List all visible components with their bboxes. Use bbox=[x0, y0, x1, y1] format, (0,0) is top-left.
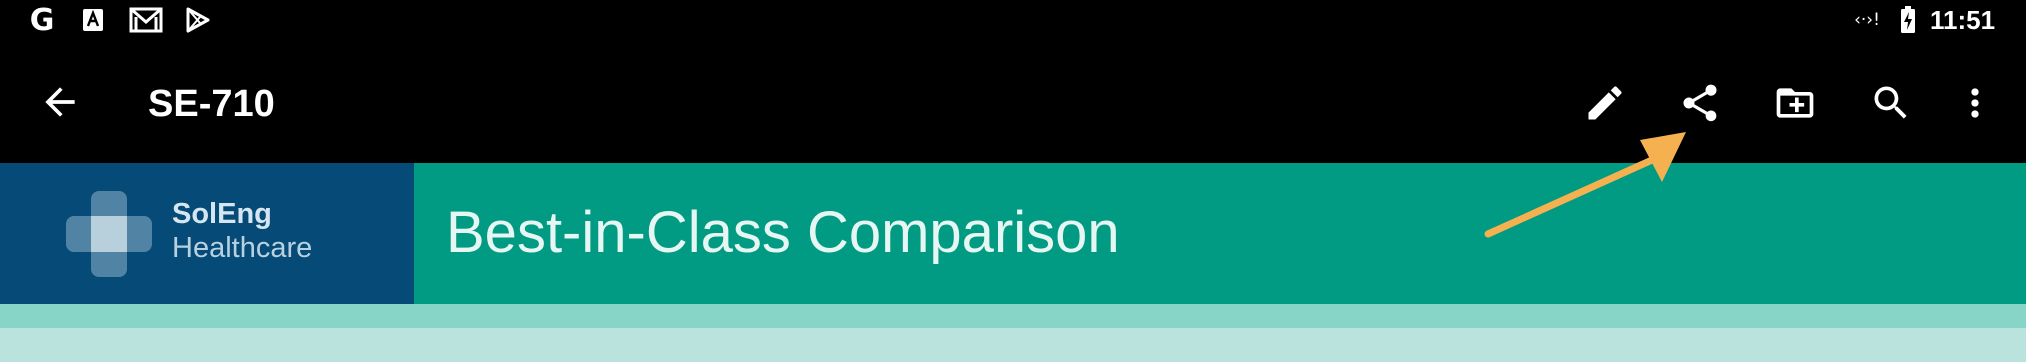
brand-name: SolEng bbox=[172, 198, 272, 230]
brand-panel: SolEng Healthcare bbox=[0, 163, 414, 304]
edit-icon[interactable] bbox=[1580, 78, 1630, 128]
soleng-logo-icon bbox=[66, 191, 152, 277]
add-to-folder-icon[interactable] bbox=[1770, 78, 1820, 128]
status-bar: G ‹·›! 11:51 bbox=[0, 0, 2026, 40]
document-title: SE-710 bbox=[148, 83, 275, 125]
brand-subtitle: Healthcare bbox=[172, 232, 313, 264]
a-notification-icon bbox=[80, 4, 106, 36]
title-panel: Best-in-Class Comparison bbox=[414, 163, 2026, 304]
gmail-icon bbox=[128, 4, 164, 36]
play-store-icon bbox=[183, 4, 213, 36]
battery-charging-icon bbox=[1898, 4, 1918, 36]
app-bar: SE-710 bbox=[0, 40, 2026, 163]
decorative-band bbox=[0, 304, 2026, 328]
share-icon[interactable] bbox=[1675, 78, 1725, 128]
back-arrow-icon[interactable] bbox=[38, 80, 82, 124]
slide-preview: SolEng Healthcare Best-in-Class Comparis… bbox=[0, 163, 2026, 362]
google-icon: G bbox=[29, 2, 55, 38]
clock: 11:51 bbox=[1930, 4, 1996, 35]
signal-icon: ‹·›! bbox=[1854, 10, 1880, 30]
content-area bbox=[0, 328, 2026, 362]
more-options-icon[interactable] bbox=[1950, 78, 2000, 128]
search-icon[interactable] bbox=[1866, 78, 1916, 128]
slide-title: Best-in-Class Comparison bbox=[446, 200, 1120, 265]
